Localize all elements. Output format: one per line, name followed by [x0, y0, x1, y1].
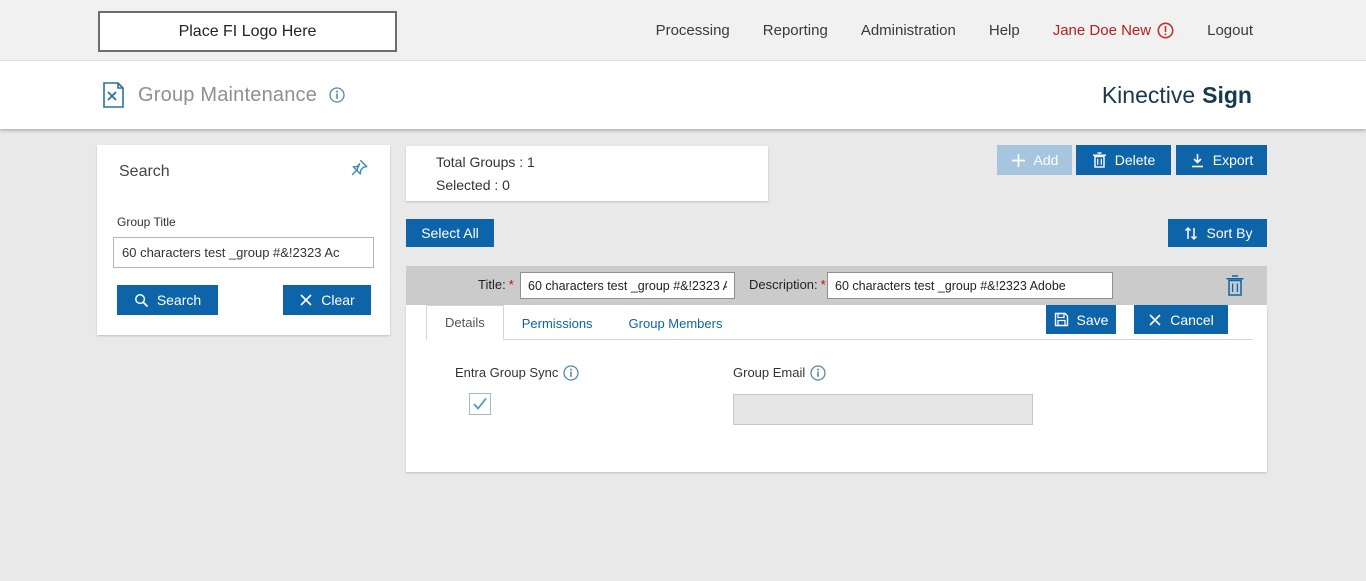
tab-group-members[interactable]: Group Members: [611, 307, 741, 340]
nav-processing[interactable]: Processing: [656, 22, 730, 39]
export-button[interactable]: Export: [1176, 145, 1267, 175]
total-groups-count: Total Groups : 1: [436, 154, 535, 170]
group-email-label: Group Email: [733, 365, 805, 380]
clear-x-icon: [299, 293, 313, 307]
clear-button[interactable]: Clear: [283, 285, 371, 315]
brand-logo: Kinective Sign: [1102, 61, 1252, 129]
group-email-input[interactable]: [733, 394, 1033, 425]
search-button[interactable]: Search: [117, 285, 218, 315]
save-button[interactable]: Save: [1046, 305, 1116, 334]
group-title-edit-input[interactable]: [520, 272, 735, 299]
search-icon: [134, 293, 149, 308]
export-button-label: Export: [1213, 152, 1253, 168]
page-title-info-icon[interactable]: [329, 87, 345, 103]
group-row-header: Title: * Description: *: [406, 266, 1267, 305]
brand-second: Sign: [1202, 82, 1252, 109]
user-name-label: Jane Doe New: [1053, 22, 1151, 39]
add-button-label: Add: [1034, 152, 1059, 168]
trash-icon: [1092, 152, 1107, 168]
group-description-edit-input[interactable]: [827, 272, 1113, 299]
nav-administration[interactable]: Administration: [861, 22, 956, 39]
user-alert-icon: [1157, 22, 1174, 39]
clear-button-label: Clear: [321, 292, 354, 308]
entra-group-sync-checkbox[interactable]: [469, 393, 491, 415]
title-field-label: Title:: [478, 277, 506, 292]
fi-logo-text: Place FI Logo Here: [179, 23, 317, 41]
group-title-label: Group Title: [117, 215, 176, 229]
tab-permissions[interactable]: Permissions: [504, 307, 611, 340]
sort-by-label: Sort By: [1207, 225, 1253, 241]
entra-group-sync-label-wrap: Entra Group Sync: [455, 365, 579, 381]
delete-button[interactable]: Delete: [1076, 145, 1171, 175]
cancel-button-label: Cancel: [1170, 312, 1214, 328]
sort-icon: [1183, 226, 1199, 241]
cancel-x-icon: [1148, 313, 1162, 327]
description-required-marker: *: [821, 277, 826, 292]
title-required-marker: *: [509, 277, 514, 292]
select-all-button[interactable]: Select All: [406, 219, 494, 247]
save-floppy-icon: [1054, 312, 1069, 327]
search-panel-title: Search: [119, 163, 170, 181]
download-icon: [1190, 153, 1205, 168]
nav-user-menu[interactable]: Jane Doe New: [1053, 22, 1174, 39]
group-maintenance-icon: [100, 81, 126, 109]
pin-icon[interactable]: [348, 157, 370, 179]
nav-logout[interactable]: Logout: [1207, 22, 1253, 39]
selected-count: Selected : 0: [436, 177, 510, 193]
checkmark-icon: [472, 397, 488, 411]
nav-help[interactable]: Help: [989, 22, 1020, 39]
save-button-label: Save: [1077, 312, 1109, 328]
summary-panel: Total Groups : 1 Selected : 0: [406, 146, 768, 201]
search-button-label: Search: [157, 292, 201, 308]
select-all-label: Select All: [421, 225, 479, 241]
entra-group-sync-label: Entra Group Sync: [455, 365, 558, 380]
search-panel: Search Group Title Search Clear: [97, 145, 390, 335]
sort-by-button[interactable]: Sort By: [1168, 219, 1267, 247]
group-email-info-icon[interactable]: [810, 365, 826, 381]
group-editor-panel: Details Permissions Group Members Save C…: [406, 305, 1267, 472]
row-delete-trash-icon[interactable]: [1225, 274, 1247, 298]
page-title: Group Maintenance: [138, 84, 317, 107]
group-email-label-wrap: Group Email: [733, 365, 826, 381]
top-navigation: Processing Reporting Administration Help…: [656, 0, 1253, 61]
top-bar: Place FI Logo Here Processing Reporting …: [0, 0, 1366, 61]
group-title-input[interactable]: [113, 237, 374, 268]
delete-button-label: Delete: [1115, 152, 1155, 168]
tab-details[interactable]: Details: [426, 305, 504, 340]
description-field-label: Description:: [749, 277, 818, 292]
tab-strip: Details Permissions Group Members: [426, 305, 1253, 340]
add-button[interactable]: Add: [997, 145, 1072, 175]
page-header: Group Maintenance Kinective Sign: [0, 61, 1366, 129]
plus-icon: [1011, 153, 1026, 168]
nav-reporting[interactable]: Reporting: [763, 22, 828, 39]
brand-first: Kinective: [1102, 82, 1195, 109]
cancel-button[interactable]: Cancel: [1134, 305, 1228, 334]
fi-logo-placeholder[interactable]: Place FI Logo Here: [98, 11, 397, 52]
entra-group-sync-info-icon[interactable]: [563, 365, 579, 381]
